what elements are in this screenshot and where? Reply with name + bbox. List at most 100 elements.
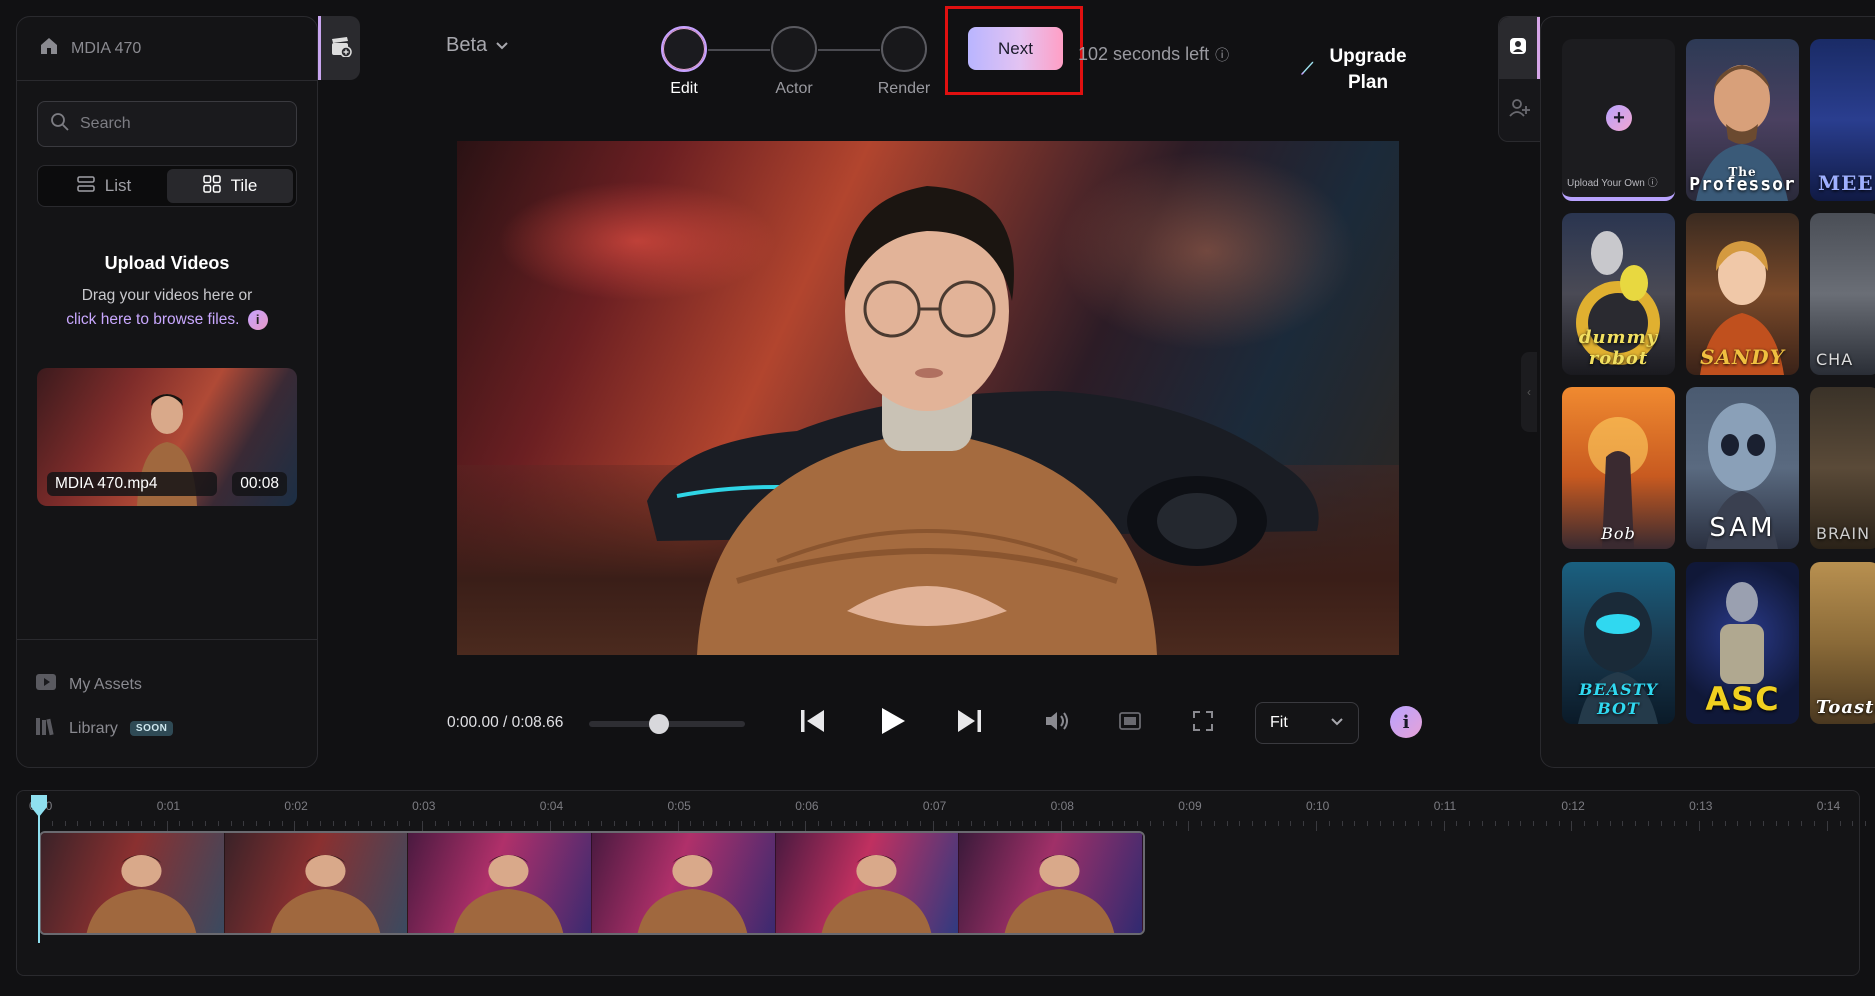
actor-name: BEASTY BOT [1578,680,1658,718]
actor-card-sandy[interactable]: SANDY [1686,213,1799,375]
video-preview[interactable] [457,141,1399,655]
media-panel-toggle[interactable] [318,16,360,80]
add-user-icon [1508,98,1531,123]
upload-dropzone[interactable]: Upload Videos Drag your videos here or c… [17,253,317,332]
list-view-button[interactable]: List [41,169,167,203]
actor-card-sam[interactable]: SAM [1686,387,1799,549]
tick-mark [332,821,334,826]
actor-card-beasty-bot[interactable]: BEASTY BOT [1562,562,1675,724]
step-label: Render [877,80,931,97]
actor-card-professor[interactable]: The Professor [1686,39,1799,201]
actor-card-bob[interactable]: Bob [1562,387,1675,549]
tick-mark [102,821,104,826]
actor-card-mee[interactable]: MEE [1810,39,1875,201]
upload-own-info-icon[interactable]: ⓘ [1648,178,1658,189]
tick-mark [281,821,283,826]
actor-card-dummy-robot[interactable]: dummy robot [1562,213,1675,375]
next-button[interactable]: Next [968,27,1063,70]
progress-stepper: Edit Actor Render [660,26,930,106]
step-render[interactable]: Render [878,26,930,98]
tick-label: 0:08 [1050,799,1074,813]
tick-mark [524,821,526,826]
search-box[interactable] [37,101,297,147]
tick-mark [1584,821,1586,826]
tick-mark [1660,821,1662,826]
soon-badge: SOON [129,721,174,736]
tick-mark [1213,821,1215,826]
tick-mark [166,821,168,831]
upload-own-label: Upload Your Own ⓘ [1567,174,1658,189]
tile-view-button[interactable]: Tile [167,169,293,203]
tick-mark [1341,821,1343,826]
tick-mark [77,821,79,826]
tick-mark [920,821,922,826]
tick-mark [754,821,756,826]
clip-frame [775,833,960,933]
sidebar-item-my-assets[interactable]: My Assets [35,673,173,696]
tick-label: 0:02 [284,799,308,813]
fullscreen-button[interactable] [1183,705,1223,741]
tick-mark [1124,821,1126,826]
actor-card-cha[interactable]: CHA [1810,213,1875,375]
library-label: Library [69,719,118,737]
fit-dropdown[interactable]: Fit [1255,702,1359,744]
actor-card-asc[interactable]: ASC [1686,562,1799,724]
tick-mark [1175,821,1177,826]
volume-slider[interactable] [589,714,745,734]
tick-mark [1469,821,1471,826]
player-info-button[interactable]: i [1390,706,1422,738]
tick-mark [115,821,117,826]
skip-back-button[interactable] [793,705,833,741]
tab-actors[interactable] [1499,17,1540,79]
frame-person [270,855,380,933]
video-clip[interactable] [39,831,1145,935]
video-tile[interactable]: MDIA 470.mp4 00:08 [37,368,297,506]
tick-mark [307,821,309,826]
tick-mark [664,821,666,826]
tick-mark [319,821,321,826]
step-edit[interactable]: Edit [660,26,708,98]
tick-mark [907,821,909,826]
tick-mark [1367,821,1369,826]
credits-info-icon[interactable]: ⓘ [1215,45,1229,65]
playhead[interactable] [30,793,48,945]
upload-own-actor-card[interactable]: + Upload Your Own ⓘ [1562,39,1675,201]
actor-panel-collapse[interactable]: ‹ [1521,352,1537,432]
tick-mark [1622,821,1624,826]
actor-card-toaster[interactable]: Toaste [1810,562,1875,724]
play-button[interactable] [873,705,913,741]
home-icon[interactable] [39,36,59,61]
tick-label: 0:11 [1433,799,1457,813]
upload-browse-row: click here to browse files. i [17,308,317,332]
tick-mark [268,821,270,826]
actor-name: SANDY [1700,345,1785,369]
tick-mark [817,821,819,826]
rocket-icon [1298,59,1316,82]
timeline[interactable]: 0:000:010:020:030:040:050:060:070:080:09… [16,790,1867,976]
frame-person [86,855,197,933]
mode-dropdown[interactable]: Beta [446,34,509,57]
tab-add-actor[interactable] [1499,79,1540,141]
volume-slider-handle[interactable] [649,714,670,734]
volume-button[interactable] [1037,705,1077,741]
upload-info-icon[interactable]: i [247,309,268,330]
tick-mark [1699,821,1701,831]
upgrade-plan-button[interactable]: Upgrade Plan [1298,44,1408,96]
actor-card-brain[interactable]: BRAIN [1810,387,1875,549]
tick-mark [1149,821,1151,826]
search-input[interactable] [80,115,280,133]
step-actor[interactable]: Actor [770,26,818,98]
tick-mark [1316,821,1317,831]
project-header[interactable]: MDIA 470 [17,17,317,81]
browse-files-link[interactable]: click here to browse files. [66,311,239,328]
tick-mark [1507,821,1509,826]
tick-mark [1711,821,1713,826]
avatar-icon [1508,36,1528,61]
tick-mark [1596,821,1598,826]
left-sidebar: MDIA 470 List Tile Upload Videos Drag yo… [16,16,318,768]
sidebar-item-library[interactable]: Library SOON [35,716,174,741]
skip-forward-button[interactable] [949,705,989,741]
tick-mark [626,821,628,826]
captions-button[interactable] [1110,705,1150,741]
tick-mark [996,821,998,826]
